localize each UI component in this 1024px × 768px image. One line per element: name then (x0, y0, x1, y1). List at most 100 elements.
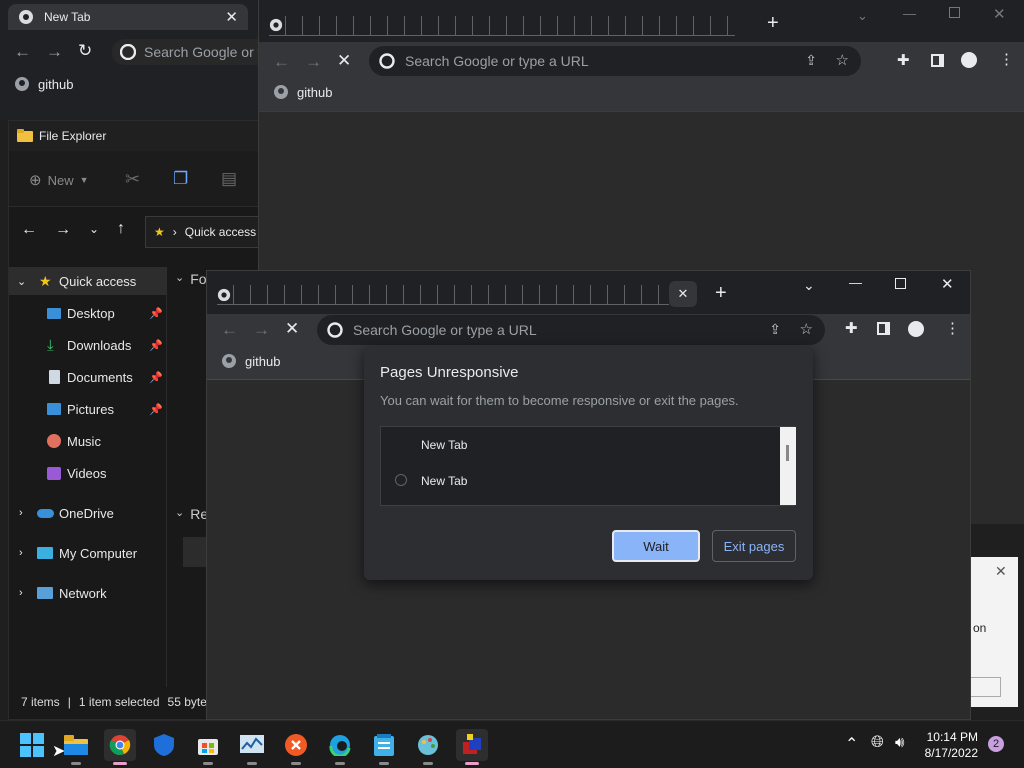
nav-item-documents[interactable]: Documents 📌 (9, 363, 167, 391)
minimize-icon[interactable]: — (903, 6, 916, 21)
copy-icon[interactable]: ❐ (173, 169, 188, 189)
taskbar-edge[interactable] (324, 729, 356, 765)
close-icon[interactable]: ✕ (993, 5, 1006, 23)
side-panel-icon[interactable] (931, 54, 944, 67)
nav-item-my-computer[interactable]: › My Computer (9, 539, 167, 567)
forward-icon[interactable]: → (46, 42, 63, 62)
back-icon[interactable]: ← (273, 52, 290, 72)
stop-icon[interactable]: ✕ (337, 51, 351, 71)
taskbar-store[interactable] (192, 729, 224, 765)
documents-icon (49, 370, 60, 384)
active-tab-close[interactable]: ✕ (669, 281, 697, 307)
nav-item-desktop[interactable]: Desktop 📌 (9, 299, 167, 327)
chevron-right-icon: › (19, 547, 23, 559)
nav-item-videos[interactable]: Videos (9, 459, 167, 487)
pin-icon[interactable]: 📌 (149, 339, 163, 352)
star-icon: ★ (154, 225, 165, 239)
stop-icon[interactable]: ✕ (285, 319, 299, 339)
globe-icon[interactable]: 🌐︎ (871, 734, 884, 752)
share-icon[interactable]: ⇪ (805, 52, 817, 69)
notification-badge[interactable]: 2 (988, 736, 1004, 752)
new-tab-icon[interactable]: + (767, 12, 779, 35)
taskbar-paint[interactable] (412, 729, 444, 765)
taskbar-chrome[interactable] (104, 729, 136, 765)
bookmark-star-icon[interactable]: ☆ (800, 320, 813, 338)
menu-icon[interactable]: ⋮ (945, 319, 960, 337)
forward-icon[interactable]: → (55, 221, 71, 239)
recent-section-header[interactable]: ⌄ Re (175, 506, 208, 522)
pin-icon[interactable]: 📌 (149, 403, 163, 416)
minimize-icon[interactable]: — (849, 275, 862, 290)
taskbar-file-explorer[interactable] (60, 729, 92, 765)
taskbar-clock[interactable]: 10:14 PM 8/17/2022 (925, 729, 978, 761)
up-icon[interactable]: ↑ (117, 220, 125, 238)
taskbar-notepad[interactable] (368, 729, 400, 765)
nav-item-network[interactable]: › Network (9, 579, 167, 607)
chevron-down-icon[interactable]: ⌄ (89, 222, 99, 236)
extensions-icon[interactable]: ✚ (845, 319, 858, 337)
profile-icon[interactable] (908, 321, 924, 337)
profile-icon[interactable] (961, 52, 977, 68)
close-icon[interactable]: ✕ (995, 563, 1007, 580)
collapsed-tabs[interactable] (269, 16, 735, 36)
taskbar-app-orange[interactable] (280, 729, 312, 765)
scrollbar-thumb[interactable] (786, 445, 789, 461)
back-icon[interactable]: ← (21, 221, 37, 239)
side-panel-icon[interactable] (877, 322, 890, 335)
exit-pages-button[interactable]: Exit pages (712, 530, 796, 562)
close-icon[interactable]: ✕ (225, 8, 238, 26)
nav-item-pictures[interactable]: Pictures 📌 (9, 395, 167, 423)
new-tab-icon[interactable]: + (715, 282, 727, 305)
omnibox[interactable]: Search Google or type a URL ⇪ ☆ (317, 315, 825, 345)
omnibox[interactable]: Search Google or type a URL ⇪ ☆ (369, 46, 861, 76)
nav-item-onedrive[interactable]: › OneDrive (9, 499, 167, 527)
folder-icon (64, 735, 88, 755)
reload-icon[interactable]: ↻ (78, 41, 92, 61)
collapsed-tabs[interactable] (217, 285, 669, 305)
browser-tab[interactable]: New Tab ✕ (8, 4, 248, 30)
omnibox[interactable]: Search Google or type a URL (112, 39, 272, 65)
github-icon (273, 84, 289, 100)
maximize-icon[interactable] (949, 7, 960, 18)
partial-dialog: ✕ on (970, 557, 1018, 707)
volume-icon[interactable]: 🔊︎ (895, 734, 904, 751)
taskbar-task-manager[interactable] (236, 729, 268, 765)
bookmark-star-icon[interactable]: ☆ (836, 51, 849, 69)
wait-button[interactable]: Wait (612, 530, 700, 562)
nav-item-downloads[interactable]: ⤓ Downloads 📌 (9, 331, 167, 359)
back-icon[interactable]: ← (221, 320, 238, 340)
tab-search-icon[interactable]: ⌄ (803, 277, 815, 294)
nav-item-music[interactable]: Music (9, 427, 167, 455)
taskbar-app-active[interactable] (456, 729, 488, 765)
maximize-icon[interactable] (895, 278, 906, 289)
start-button[interactable] (16, 729, 48, 761)
bookmark-github[interactable]: github (273, 84, 332, 100)
list-scrollbar[interactable] (780, 427, 796, 505)
taskbar-security[interactable] (148, 729, 180, 761)
partial-dialog-button[interactable] (971, 677, 1001, 697)
tab-title: New Tab (44, 10, 91, 24)
extensions-icon[interactable]: ✚ (897, 51, 910, 69)
paste-icon[interactable]: ▤ (221, 169, 237, 189)
bookmark-github[interactable]: github (221, 353, 280, 369)
share-icon[interactable]: ⇪ (769, 321, 781, 338)
forward-icon[interactable]: → (305, 52, 322, 72)
bookmark-github[interactable]: github (14, 76, 73, 92)
menu-icon[interactable]: ⋮ (999, 50, 1014, 68)
folders-section-header[interactable]: ⌄ Fo (175, 271, 207, 287)
pin-icon[interactable]: 📌 (149, 371, 163, 384)
unresponsive-pages-list: New Tab New Tab (380, 426, 796, 506)
back-icon[interactable]: ← (14, 42, 31, 62)
cloud-icon (37, 508, 54, 518)
chevron-up-icon[interactable]: ⌃ (845, 734, 858, 754)
new-button[interactable]: ⊕ New ▼ (29, 171, 89, 189)
close-icon[interactable]: ✕ (941, 275, 954, 293)
nav-item-quick-access[interactable]: ⌄ ★ Quick access (9, 267, 167, 295)
desktop-icon (47, 307, 61, 319)
videos-icon (47, 466, 61, 480)
address-field[interactable]: ★ › Quick access (145, 216, 265, 248)
pin-icon[interactable]: 📌 (149, 307, 163, 320)
tab-search-icon[interactable]: ⌄ (857, 8, 868, 24)
cut-icon[interactable]: ✂ (125, 169, 140, 190)
forward-icon[interactable]: → (253, 320, 270, 340)
